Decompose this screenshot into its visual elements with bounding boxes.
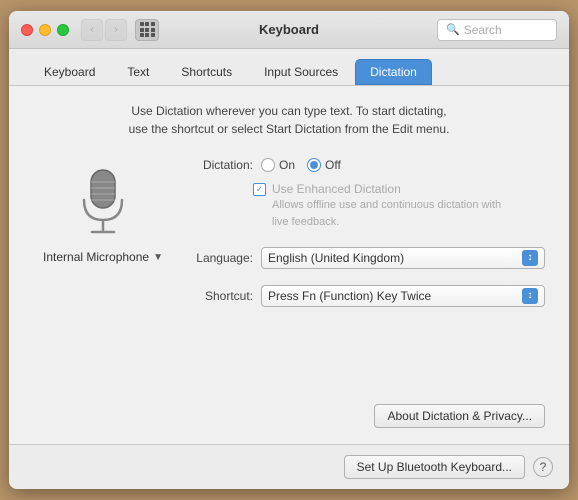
dictation-off-radio[interactable]: [307, 158, 321, 172]
shortcut-value: Press Fn (Function) Key Twice: [268, 289, 522, 303]
nav-arrows: ‹ ›: [81, 19, 127, 41]
microphone-icon: [68, 162, 138, 242]
search-icon: 🔍: [446, 23, 460, 36]
minimize-button[interactable]: [39, 24, 51, 36]
microphone-selector[interactable]: Internal Microphone ▼: [43, 250, 163, 264]
enhanced-checkbox-row: ✓ Use Enhanced Dictation: [253, 182, 545, 196]
bottom-bar: Set Up Bluetooth Keyboard... ?: [9, 444, 569, 489]
dictation-off-option[interactable]: Off: [307, 158, 341, 172]
enhanced-desc-2: live feedback.: [272, 215, 545, 230]
close-button[interactable]: [21, 24, 33, 36]
check-icon: ✓: [256, 185, 264, 194]
tab-dictation[interactable]: Dictation: [355, 59, 432, 85]
dictation-on-label: On: [279, 158, 295, 172]
tab-input-sources[interactable]: Input Sources: [249, 59, 353, 85]
setup-bluetooth-button[interactable]: Set Up Bluetooth Keyboard...: [344, 455, 525, 479]
help-button[interactable]: ?: [533, 457, 553, 477]
language-value: English (United Kingdom): [268, 251, 522, 265]
dictation-on-radio[interactable]: [261, 158, 275, 172]
tab-text[interactable]: Text: [112, 59, 164, 85]
shortcut-dropdown[interactable]: Press Fn (Function) Key Twice ↕: [261, 285, 545, 307]
dictation-on-option[interactable]: On: [261, 158, 295, 172]
dictation-off-label: Off: [325, 158, 341, 172]
enhanced-dictation-section: ✓ Use Enhanced Dictation Allows offline …: [253, 182, 545, 231]
controls-section: Dictation: On Off: [173, 154, 545, 392]
maximize-button[interactable]: [57, 24, 69, 36]
shortcut-dropdown-arrow-icon: ↕: [522, 288, 538, 304]
about-dictation-button[interactable]: About Dictation & Privacy...: [374, 404, 545, 428]
show-all-button[interactable]: [135, 19, 159, 41]
main-content: Use Dictation wherever you can type text…: [9, 85, 569, 444]
tab-keyboard[interactable]: Keyboard: [29, 59, 110, 85]
enhanced-dictation-checkbox[interactable]: ✓: [253, 183, 266, 196]
dictation-row: Dictation: On Off: [173, 158, 545, 172]
window-title: Keyboard: [259, 22, 319, 37]
description-text: Use Dictation wherever you can type text…: [33, 102, 545, 138]
dictation-label: Dictation:: [173, 158, 253, 172]
titlebar: ‹ › Keyboard 🔍 Search: [9, 11, 569, 49]
back-button[interactable]: ‹: [81, 19, 103, 41]
main-section: Internal Microphone ▼ Dictation: On: [33, 154, 545, 392]
enhanced-dictation-label: Use Enhanced Dictation: [272, 182, 401, 196]
dictation-radio-group: On Off: [261, 158, 341, 172]
enhanced-desc-1: Allows offline use and continuous dictat…: [272, 198, 545, 213]
traffic-lights: [21, 24, 69, 36]
keyboard-preferences-window: ‹ › Keyboard 🔍 Search Keyboard Text Shor…: [9, 11, 569, 489]
microphone-label: Internal Microphone: [43, 250, 149, 264]
shortcut-label: Shortcut:: [173, 289, 253, 303]
tabs-bar: Keyboard Text Shortcuts Input Sources Di…: [9, 49, 569, 85]
bottom-right-buttons: Set Up Bluetooth Keyboard... ?: [344, 455, 553, 479]
language-dropdown[interactable]: English (United Kingdom) ↕: [261, 247, 545, 269]
microphone-chevron-icon: ▼: [153, 252, 163, 263]
search-placeholder: Search: [464, 23, 502, 37]
language-row: Language: English (United Kingdom) ↕: [173, 247, 545, 269]
microphone-section: Internal Microphone ▼: [33, 154, 173, 392]
tab-shortcuts[interactable]: Shortcuts: [166, 59, 247, 85]
shortcut-row: Shortcut: Press Fn (Function) Key Twice …: [173, 285, 545, 307]
language-label: Language:: [173, 251, 253, 265]
search-box[interactable]: 🔍 Search: [437, 19, 557, 41]
forward-button[interactable]: ›: [105, 19, 127, 41]
language-dropdown-arrow-icon: ↕: [522, 250, 538, 266]
